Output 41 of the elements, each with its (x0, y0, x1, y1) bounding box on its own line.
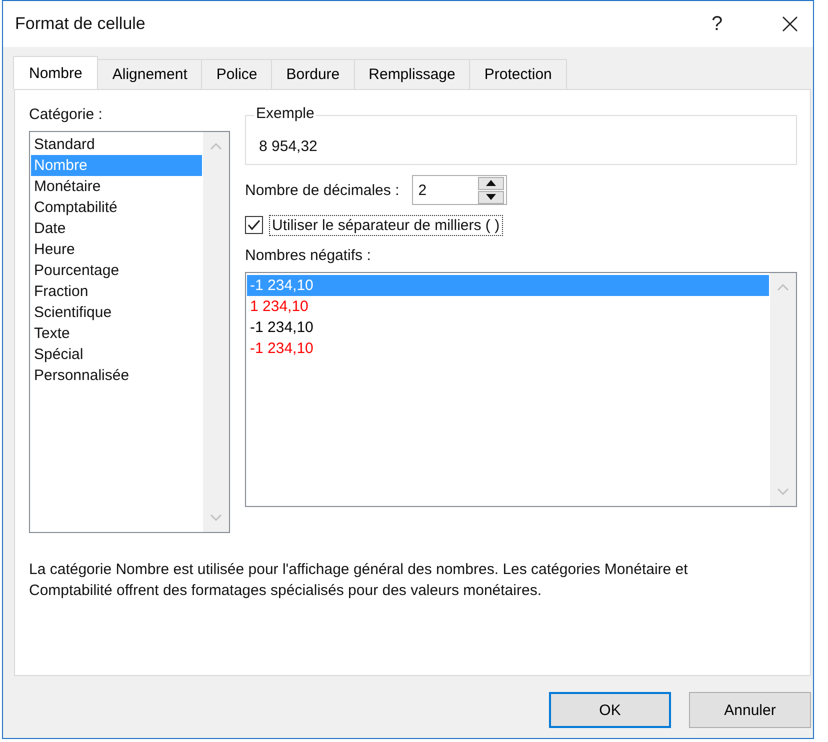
sample-value: 8 954,32 (259, 138, 318, 155)
checkbox-label[interactable]: Utiliser le séparateur de milliers ( ) (269, 214, 503, 236)
category-item[interactable]: Scientifique (31, 302, 202, 323)
scrollbar[interactable] (203, 132, 229, 532)
down-arrow-icon (486, 194, 496, 200)
category-item[interactable]: Personnalisée (31, 365, 202, 386)
scroll-up-icon[interactable] (210, 142, 222, 150)
category-item[interactable]: Standard (31, 134, 202, 155)
category-label: Catégorie : (29, 106, 104, 125)
sample-label: Exemple (254, 105, 316, 122)
decimals-label: Nombre de décimales : (245, 182, 400, 198)
category-item[interactable]: Pourcentage (31, 260, 202, 281)
scroll-up-icon[interactable] (777, 283, 789, 291)
decimals-spinner[interactable]: 2 (412, 175, 508, 205)
help-button[interactable]: ? (697, 12, 737, 36)
decrement-button[interactable] (478, 190, 504, 204)
window-title: Format de cellule (15, 14, 146, 34)
category-item[interactable]: Heure (31, 239, 202, 260)
checkbox[interactable] (245, 216, 263, 234)
up-arrow-icon (486, 180, 496, 186)
dialog-button[interactable]: Annuler (689, 692, 811, 728)
scroll-down-icon[interactable] (777, 488, 789, 496)
close-icon (782, 16, 798, 32)
tab[interactable]: Protection (469, 59, 567, 89)
negative-numbers-label: Nombres négatifs : (245, 247, 372, 266)
description-text: La catégorie Nombre est utilisée pour l'affichage général des nombres. Les catégories Monétaire et Comptabilité offrent des formatages spécialisés pour des valeurs monétaires. (29, 560, 689, 601)
negative-format-item[interactable]: -1 234,10 (247, 338, 769, 359)
scrollbar[interactable] (770, 273, 796, 506)
negative-format-item[interactable]: 1 234,10 (247, 296, 769, 317)
increment-button[interactable] (478, 176, 504, 190)
category-item[interactable]: Monétaire (31, 176, 202, 197)
dialog-button[interactable]: OK (549, 692, 671, 728)
category-item[interactable]: Comptabilité (31, 197, 202, 218)
category-item[interactable]: Fraction (31, 281, 202, 302)
checkmark-icon (247, 218, 261, 232)
scroll-down-icon[interactable] (210, 514, 222, 522)
category-item[interactable]: Spécial (31, 344, 202, 365)
negative-format-item[interactable]: -1 234,10 (247, 317, 769, 338)
tab[interactable]: Nombre (13, 56, 98, 89)
category-item[interactable]: Texte (31, 323, 202, 344)
category-item[interactable]: Date (31, 218, 202, 239)
